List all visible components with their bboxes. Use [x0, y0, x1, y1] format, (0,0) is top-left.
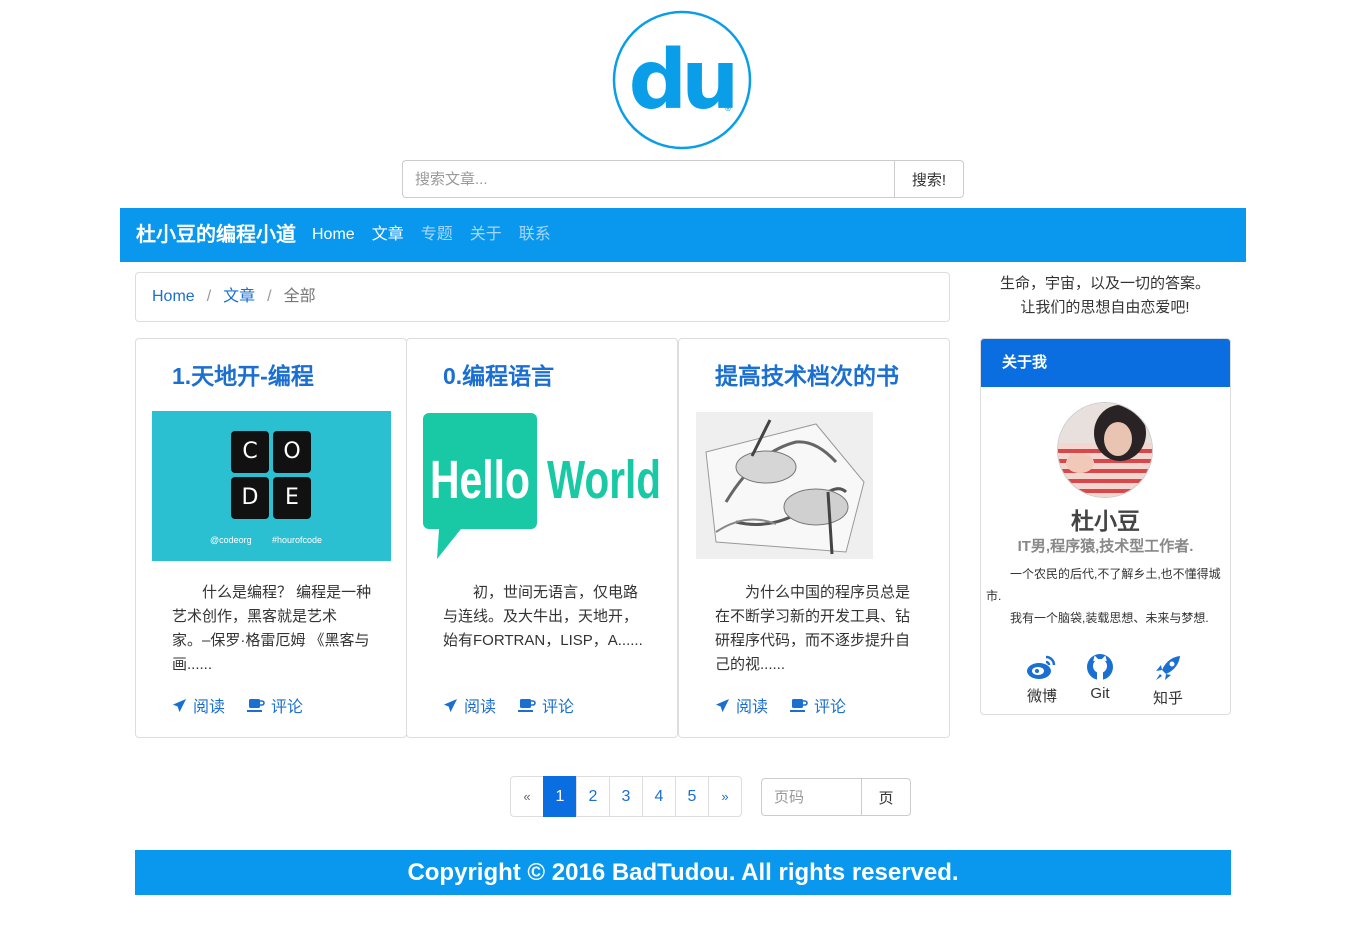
profile-tagline: IT男,程序猿,技术型工作者. — [1017, 538, 1194, 555]
nav-item-contact[interactable]: 联系 — [519, 208, 551, 262]
article-card: 0.编程语言 Hello World 初，世间无语言，仅电路与连线。及大牛出，天… — [406, 338, 678, 738]
motto-line: 让我们的思想自由恋爱吧! — [1020, 299, 1190, 316]
pagination: « 1 2 3 4 5 » — [510, 776, 742, 817]
pagination-next[interactable]: » — [708, 776, 742, 817]
profile-description: 一个农民的后代,不了解乡土,也不懂得城市. 我有一个脑袋,装载思想、未来与梦想. — [986, 563, 1226, 629]
logo-text: du — [628, 33, 733, 128]
read-link[interactable]: 阅读 — [443, 693, 496, 717]
image-tag: #hourofcode — [272, 535, 323, 545]
article-image-code[interactable]: C O D E @codeorg #hourofcode — [152, 411, 391, 561]
breadcrumb-current: 全部 — [283, 288, 316, 305]
rocket-icon — [172, 698, 187, 712]
breadcrumb-home[interactable]: Home — [152, 288, 195, 305]
page-number-input[interactable] — [761, 778, 861, 816]
comment-label: 评论 — [814, 699, 847, 716]
sidebar-motto: 生命，宇宙，以及一切的答案。 让我们的思想自由恋爱吧! — [980, 272, 1230, 320]
hello-text: Hello — [430, 450, 530, 510]
motto-line: 生命，宇宙，以及一切的答案。 — [999, 275, 1210, 292]
social-label: Git — [1090, 685, 1110, 702]
comment-label: 评论 — [542, 699, 575, 716]
article-actions: 阅读 评论 — [715, 693, 868, 717]
footer-copyright: Copyright © 2016 BadTudou. All rights re… — [135, 850, 1231, 895]
site-logo[interactable]: du ® — [612, 10, 752, 150]
article-actions: 阅读 评论 — [172, 693, 325, 717]
comment-link[interactable]: 评论 — [518, 693, 574, 717]
nav-item-home[interactable]: Home — [312, 208, 355, 262]
code-letter: O — [273, 431, 311, 473]
cup-icon — [518, 698, 536, 712]
breadcrumb-articles[interactable]: 文章 — [223, 288, 255, 305]
comment-label: 评论 — [271, 699, 304, 716]
social-github-link[interactable]: Git — [1070, 653, 1130, 702]
nav-item-about[interactable]: 关于 — [470, 208, 502, 262]
social-label: 微博 — [1026, 688, 1057, 705]
code-letter: E — [273, 477, 311, 519]
world-text: World — [547, 450, 661, 510]
registered-mark: ® — [724, 104, 732, 113]
article-excerpt: 什么是编程？ 编程是一种艺术创作，黑客就是艺术家。–保罗·格雷厄姆 《黑客与画.… — [172, 584, 372, 673]
social-weibo-link[interactable]: 微博 — [1012, 653, 1072, 706]
article-card: 提高技术档次的书 为什么中国的程序员总是在不断学习新的开发工具、钻研程序代码，而… — [678, 338, 950, 738]
read-label: 阅读 — [193, 699, 226, 716]
article-title[interactable]: 0.编程语言 — [443, 357, 554, 391]
nav-menu: Home 文章 专题 关于 联系 — [312, 208, 568, 262]
cup-icon — [790, 698, 808, 712]
social-label: 知乎 — [1152, 690, 1183, 707]
breadcrumb-separator: / — [267, 288, 272, 305]
article-excerpt: 初，世间无语言，仅电路与连线。及大牛出，天地开，始有FORTRAN，LISP，A… — [443, 584, 643, 649]
rocket-icon — [715, 698, 730, 712]
article-image-hello-world[interactable]: Hello World — [423, 411, 663, 561]
article-title[interactable]: 提高技术档次的书 — [715, 357, 899, 391]
profile-name: 杜小豆 — [1071, 508, 1140, 534]
pagination-page[interactable]: 2 — [576, 776, 610, 817]
main-navbar: 杜小豆的编程小道 Home 文章 专题 关于 联系 — [120, 208, 1246, 262]
code-letter: D — [231, 477, 269, 519]
article-title[interactable]: 1.天地开-编程 — [172, 357, 314, 391]
read-label: 阅读 — [464, 699, 497, 716]
weibo-icon — [1027, 655, 1056, 679]
image-handle: @codeorg — [210, 535, 252, 545]
pagination-page[interactable]: 3 — [609, 776, 643, 817]
cup-icon — [247, 698, 265, 712]
pagination-page[interactable]: 4 — [642, 776, 676, 817]
nav-item-topics[interactable]: 专题 — [421, 208, 453, 262]
read-link[interactable]: 阅读 — [715, 693, 768, 717]
navbar-brand[interactable]: 杜小豆的编程小道 — [136, 208, 296, 262]
comment-link[interactable]: 评论 — [247, 693, 303, 717]
comment-link[interactable]: 评论 — [790, 693, 846, 717]
profile-desc-line: 我有一个脑袋,装载思想、未来与梦想. — [1010, 611, 1209, 625]
github-icon — [1087, 654, 1113, 680]
article-image-drawing-hands[interactable] — [696, 412, 873, 559]
read-link[interactable]: 阅读 — [172, 693, 225, 717]
rocket-icon — [443, 698, 458, 712]
nav-item-articles[interactable]: 文章 — [372, 208, 404, 262]
pagination-page[interactable]: 1 — [543, 776, 577, 817]
article-actions: 阅读 评论 — [443, 693, 596, 717]
breadcrumb: Home / 文章 / 全部 — [135, 272, 950, 322]
search-button[interactable]: 搜索! — [894, 160, 964, 198]
search-input[interactable] — [402, 160, 894, 198]
breadcrumb-separator: / — [206, 288, 212, 305]
about-panel: 关于我 杜小豆 IT男,程序猿,技术型工作者. 一个农民的后代,不了解乡土,也不… — [980, 338, 1231, 715]
article-card: 1.天地开-编程 C O D E @codeorg #hourofcode 什么… — [135, 338, 407, 738]
avatar[interactable] — [1057, 402, 1153, 498]
page-jump-button[interactable]: 页 — [861, 778, 911, 816]
rocket-icon — [1156, 656, 1180, 680]
read-label: 阅读 — [736, 699, 769, 716]
pagination-prev[interactable]: « — [510, 776, 544, 817]
article-excerpt: 为什么中国的程序员总是在不断学习新的开发工具、钻研程序代码，而不逐步提升自己的视… — [715, 584, 911, 673]
profile-desc-line: 一个农民的后代,不了解乡土,也不懂得城市. — [986, 567, 1221, 603]
search-bar: 搜索! — [402, 160, 964, 198]
social-zhihu-link[interactable]: 知乎 — [1138, 653, 1198, 708]
code-letter: C — [231, 431, 269, 473]
about-panel-title: 关于我 — [981, 339, 1230, 387]
page-jump: 页 — [761, 778, 911, 816]
pagination-page[interactable]: 5 — [675, 776, 709, 817]
